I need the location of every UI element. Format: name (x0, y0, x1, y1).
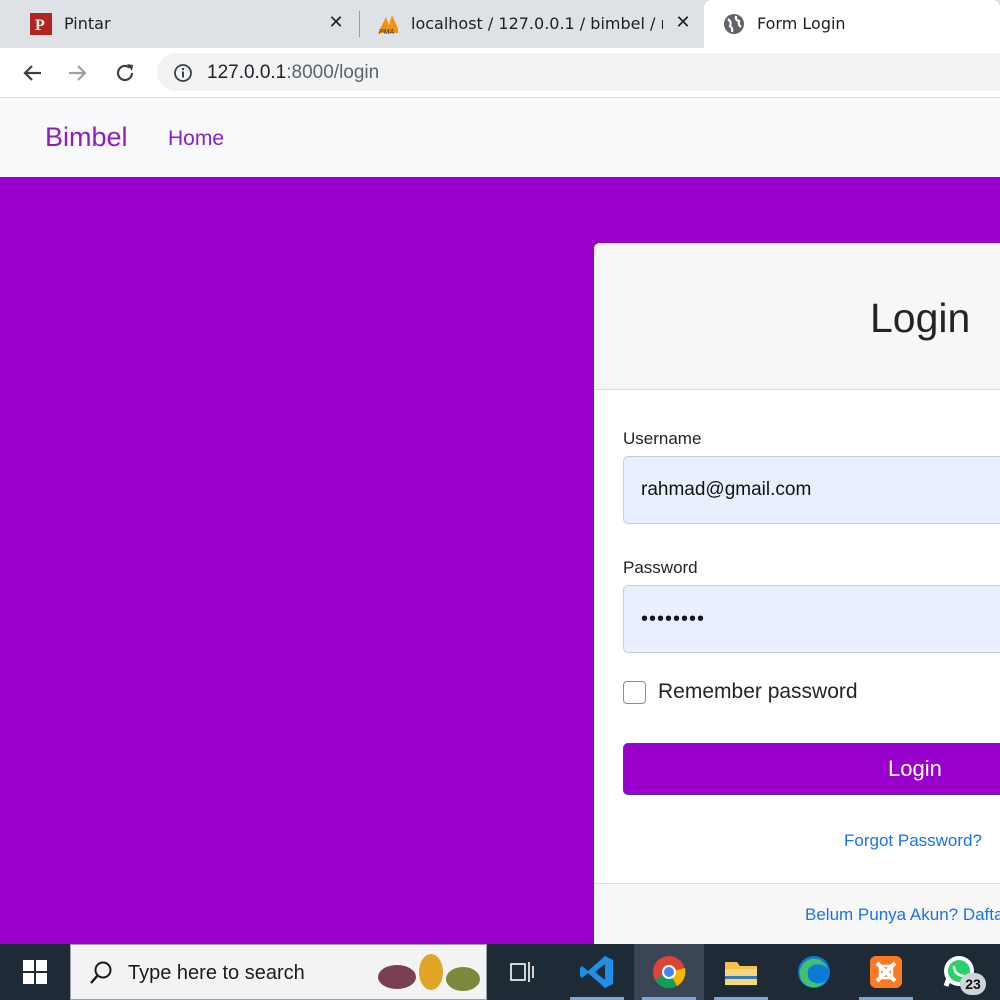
password-label: Password (623, 558, 698, 577)
arrow-left-icon (23, 65, 41, 81)
url-text[interactable]: 127.0.0.1:8000/login (207, 62, 379, 84)
start-button[interactable] (0, 944, 70, 1000)
login-title: Login (870, 295, 971, 341)
register-link[interactable]: Belum Punya Akun? Daftar (805, 905, 1000, 925)
remember-checkbox[interactable] (623, 681, 646, 704)
password-value: •••••••• (641, 607, 706, 630)
tab-title: Form Login (757, 14, 846, 33)
username-label: Username (623, 429, 702, 448)
whatsapp-button[interactable] (924, 944, 994, 1000)
browser-toolbar: 127.0.0.1:8000/login (0, 48, 1000, 98)
windows-taskbar: Type here to search 23 (0, 944, 1000, 1000)
page-content: Bimbel Home Login Username rahmad@gmail.… (0, 98, 1000, 944)
card-header: Login (594, 243, 1000, 390)
address-bar[interactable]: 127.0.0.1:8000/login (157, 53, 1000, 91)
url-host: 127.0.0.1 (207, 62, 287, 83)
navbar-brand[interactable]: Bimbel (45, 122, 128, 153)
remember-label[interactable]: Remember password (658, 680, 858, 704)
login-button[interactable]: Login (623, 743, 1000, 795)
tab-pintar[interactable]: P Pintar ✕ (0, 0, 360, 48)
username-value: rahmad@gmail.com (641, 479, 812, 500)
tab-phpmyadmin[interactable]: PMA localhost / 127.0.0.1 / bimbel / m ✕ (360, 0, 704, 48)
tab-title: localhost / 127.0.0.1 / bimbel / m (411, 14, 663, 33)
svg-text:P: P (35, 17, 45, 34)
xampp-icon (870, 956, 902, 988)
windows-logo-icon (23, 960, 47, 984)
task-view-button[interactable] (487, 944, 557, 1000)
password-input[interactable]: •••••••• (623, 585, 1000, 653)
username-input[interactable]: rahmad@gmail.com (623, 456, 1000, 524)
chrome-button[interactable] (634, 944, 704, 1000)
task-view-icon (510, 962, 534, 982)
arrow-right-icon (69, 65, 87, 81)
cocoa-pods-illustration-icon (378, 954, 480, 991)
notification-badge: 23 (960, 973, 986, 995)
pintar-favicon-icon: P (30, 13, 52, 35)
vscode-icon (580, 956, 613, 988)
phpmyadmin-favicon-icon: PMA (376, 13, 398, 35)
url-path: :8000/login (286, 62, 380, 83)
back-button[interactable] (17, 58, 47, 88)
search-icon (90, 961, 112, 984)
login-card: Login Username rahmad@gmail.com Password… (594, 243, 1000, 944)
tab-strip: P Pintar ✕ PMA localhost / 127.0.0.1 / b… (0, 0, 1000, 48)
info-icon[interactable] (173, 63, 193, 87)
forgot-password-link[interactable]: Forgot Password? (844, 831, 982, 851)
site-navbar: Bimbel Home (0, 98, 1000, 177)
forward-button[interactable] (63, 58, 93, 88)
globe-icon (723, 13, 745, 35)
login-button-label: Login (888, 756, 942, 781)
card-footer: Belum Punya Akun? Daftar (594, 883, 1000, 944)
search-placeholder: Type here to search (128, 962, 305, 984)
file-explorer-button[interactable] (706, 944, 776, 1000)
close-icon[interactable]: ✕ (326, 12, 346, 33)
tab-form-login[interactable]: Form Login (704, 0, 1000, 48)
chrome-icon (653, 956, 686, 989)
edge-button[interactable] (779, 944, 849, 1000)
xampp-button[interactable] (851, 944, 921, 1000)
taskbar-search-input[interactable]: Type here to search (70, 944, 487, 1000)
close-icon[interactable]: ✕ (673, 12, 693, 33)
reload-icon (116, 64, 134, 82)
svg-text:PMA: PMA (379, 29, 395, 35)
tab-title: Pintar (64, 14, 111, 33)
folder-icon (725, 962, 757, 985)
reload-button[interactable] (110, 58, 140, 88)
edge-icon (798, 956, 830, 988)
nav-link-home[interactable]: Home (168, 127, 224, 151)
vscode-button[interactable] (562, 944, 632, 1000)
